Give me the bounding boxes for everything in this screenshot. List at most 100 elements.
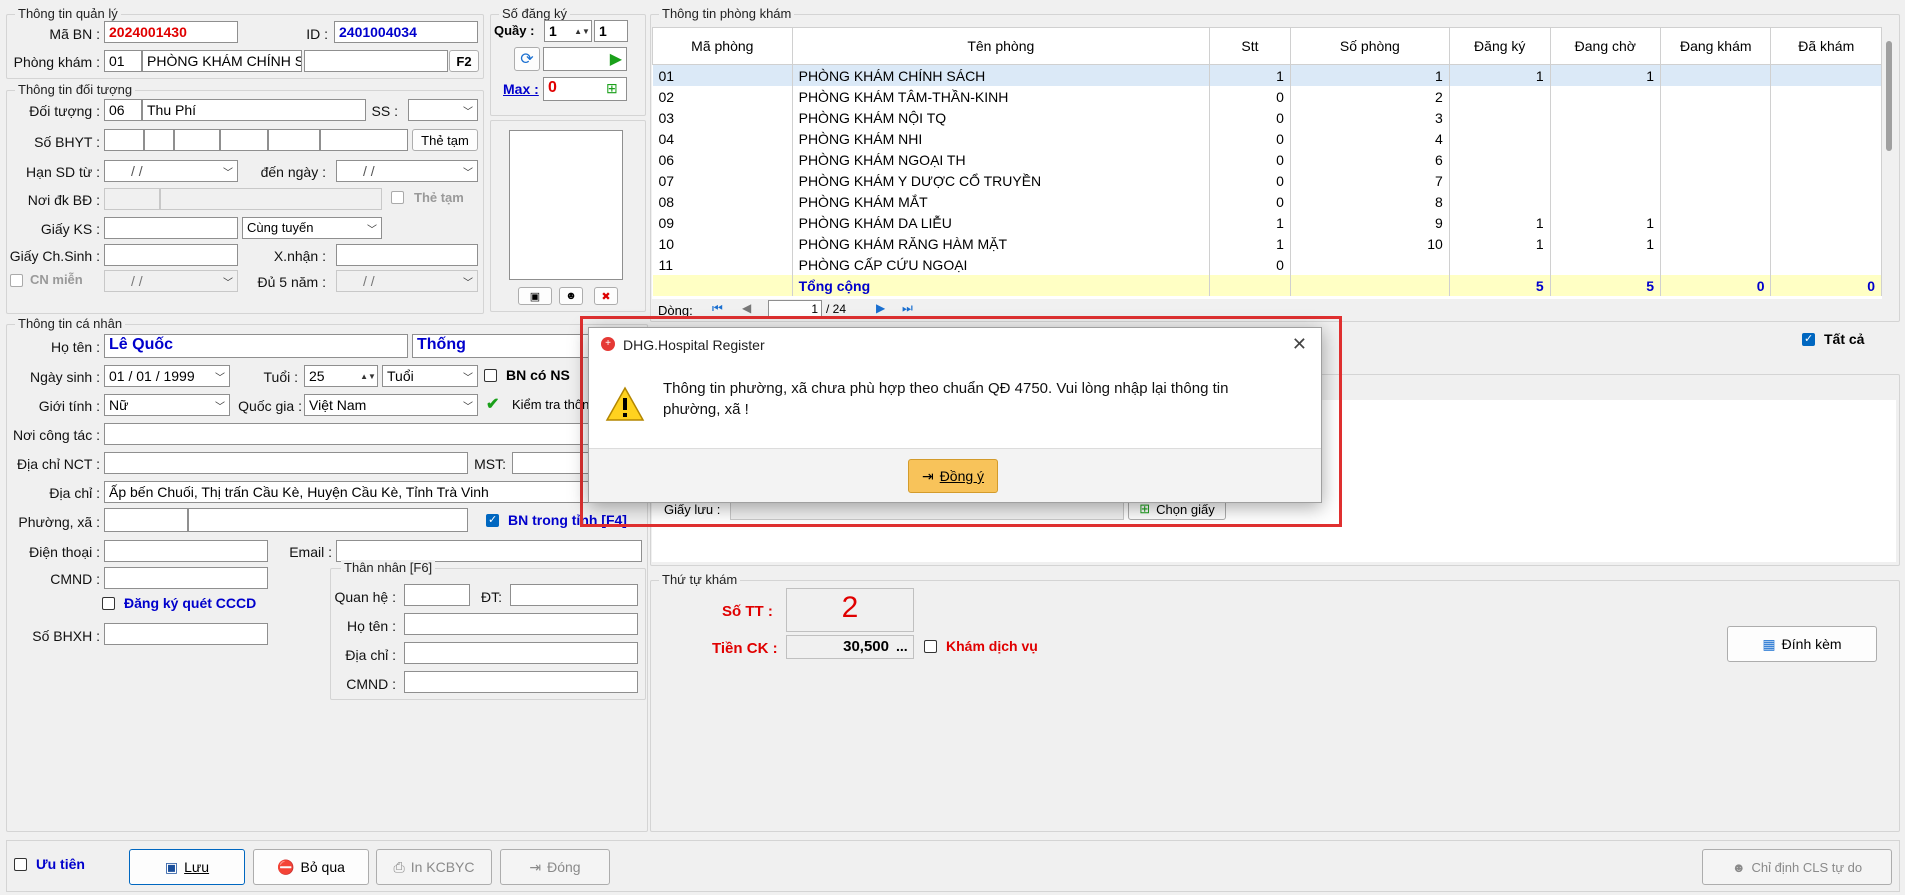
cmnd-field[interactable] bbox=[104, 567, 268, 589]
column-header[interactable]: Mã phòng bbox=[652, 27, 793, 65]
han-sd-from[interactable]: / / ﹀ bbox=[104, 160, 238, 182]
so-bhxh-field[interactable] bbox=[104, 623, 268, 645]
table-row[interactable]: 03 PHÒNG KHÁM NỘI TQ 0 3 bbox=[652, 107, 1882, 128]
kham-dich-vu-checkbox[interactable] bbox=[924, 640, 937, 653]
bn-co-ns-checkbox[interactable] bbox=[484, 369, 497, 382]
column-header[interactable]: Stt bbox=[1209, 27, 1291, 65]
ngay-sinh-field[interactable]: 01 / 01 / 1999 ﹀ bbox=[104, 365, 230, 387]
gioi-tinh-select[interactable]: Nữ ﹀ bbox=[104, 394, 230, 416]
quay-spinner[interactable]: 1 ▲▼ bbox=[544, 20, 592, 42]
table-row[interactable]: 04 PHÒNG KHÁM NHI 0 4 bbox=[652, 128, 1882, 149]
quan-he-field[interactable] bbox=[404, 584, 470, 606]
than-nhan-cmnd-field[interactable] bbox=[404, 671, 638, 693]
than-nhan-dt-field[interactable] bbox=[510, 584, 638, 606]
noi-dk-code[interactable] bbox=[104, 188, 160, 210]
luu-button[interactable]: ▣ Lưu bbox=[129, 849, 245, 885]
noi-cong-tac-field[interactable] bbox=[104, 423, 642, 445]
xnhan-field[interactable] bbox=[336, 244, 478, 266]
the-tam-button[interactable]: Thẻ tạm bbox=[412, 129, 478, 151]
table-row[interactable]: 09 PHÒNG KHÁM DA LIỄU 1 9 1 1 bbox=[652, 212, 1882, 233]
table-row[interactable]: 02 PHÒNG KHÁM TÂM-THẦN-KINH 0 2 bbox=[652, 86, 1882, 107]
email-field[interactable] bbox=[336, 540, 642, 562]
phong-code-field[interactable]: 01 bbox=[104, 50, 142, 72]
dien-thoai-field[interactable] bbox=[104, 540, 268, 562]
tien-ck-more-button[interactable]: ... bbox=[896, 638, 908, 654]
the-tam-checkbox[interactable] bbox=[391, 191, 404, 204]
uu-tien-checkbox[interactable] bbox=[14, 858, 27, 871]
refresh-button[interactable]: ⟳ bbox=[514, 47, 540, 71]
tuoi-field[interactable]: 25 ▲▼ bbox=[304, 365, 378, 387]
column-header[interactable]: Đang chờ bbox=[1549, 27, 1662, 65]
column-header[interactable]: Đang khám bbox=[1660, 27, 1772, 65]
queue-field[interactable]: ▶ bbox=[543, 47, 627, 71]
column-header[interactable]: Tên phòng bbox=[791, 27, 1211, 65]
giay-ks-field[interactable] bbox=[104, 217, 238, 239]
table-row[interactable]: 10 PHÒNG KHÁM RĂNG HÀM MẶT 1 10 1 1 bbox=[652, 233, 1882, 254]
f2-button[interactable]: F2 bbox=[449, 50, 479, 72]
bhyt-part-4[interactable] bbox=[220, 129, 268, 151]
table-row[interactable]: 11 PHÒNG CẤP CỨU NGOẠI 0 bbox=[652, 254, 1882, 275]
phuong-xa-code[interactable] bbox=[104, 508, 188, 532]
table-scrollbar[interactable] bbox=[1882, 27, 1896, 297]
in-kcbyc-button[interactable]: ⎙ In KCBYC bbox=[376, 849, 492, 885]
bhyt-part-6[interactable] bbox=[320, 129, 408, 151]
quoc-gia-select[interactable]: Việt Nam ﹀ bbox=[304, 394, 478, 416]
dong-button[interactable]: ⇥ Đóng bbox=[500, 849, 610, 885]
play-icon[interactable]: ▶ bbox=[610, 49, 622, 69]
table-row[interactable]: 07 PHÒNG KHÁM Y DƯỢC CỔ TRUYỀN 0 7 bbox=[652, 170, 1882, 191]
prev-page-icon[interactable]: ◀ bbox=[742, 301, 751, 315]
table-row[interactable]: 06 PHÒNG KHÁM NGOẠI TH 0 6 bbox=[652, 149, 1882, 170]
noi-dk-name[interactable] bbox=[160, 188, 382, 210]
next-page-icon[interactable]: ▶ bbox=[876, 301, 885, 315]
spin-icon[interactable]: ▲▼ bbox=[573, 21, 591, 41]
camera-button[interactable]: ▣ bbox=[518, 287, 552, 305]
ma-bn-field[interactable]: 2024001430 bbox=[104, 21, 238, 43]
cn-mien-date[interactable]: / / ﹀ bbox=[104, 270, 238, 292]
dia-chi-nct-field[interactable] bbox=[104, 452, 468, 474]
dia-chi-field[interactable]: Ấp bến Chuối, Thị trấn Cầu Kè, Huyện Cầu… bbox=[104, 481, 642, 503]
spin-icon[interactable]: ▲▼ bbox=[359, 366, 377, 386]
last-page-icon[interactable]: ⏭ bbox=[902, 301, 913, 316]
ss-select[interactable]: ﹀ bbox=[408, 99, 478, 121]
doi-tuong-name-field[interactable]: Thu Phí bbox=[142, 99, 366, 121]
doi-tuong-code-field[interactable]: 06 bbox=[104, 99, 142, 121]
tuyen-select[interactable]: Cùng tuyến ﹀ bbox=[242, 217, 382, 239]
bn-trong-tinh-checkbox[interactable] bbox=[486, 513, 499, 527]
tien-ck-field[interactable]: 30,500 bbox=[786, 635, 914, 659]
table-row[interactable]: 08 PHÒNG KHÁM MẮT 0 8 bbox=[652, 191, 1882, 212]
upload-photo-button[interactable]: ☻ bbox=[559, 287, 583, 305]
table-row[interactable]: 01 PHÒNG KHÁM CHÍNH SÁCH 1 1 1 1 bbox=[652, 64, 1882, 86]
add-queue-icon[interactable]: ⊞ bbox=[606, 80, 618, 97]
column-header[interactable]: Đăng ký bbox=[1448, 27, 1551, 65]
cn-mien-checkbox[interactable] bbox=[10, 274, 23, 287]
phuong-xa-name[interactable] bbox=[188, 508, 468, 532]
du5nam-date[interactable]: / / ﹀ bbox=[336, 270, 478, 292]
max-label[interactable]: Max : bbox=[503, 81, 539, 97]
bhyt-part-1[interactable] bbox=[104, 129, 144, 151]
bhyt-part-5[interactable] bbox=[268, 129, 320, 151]
dong-y-button[interactable]: ⇥ Đồng ý bbox=[908, 459, 998, 493]
quay-spinner-2[interactable]: 1 bbox=[594, 20, 628, 42]
column-header[interactable]: Đã khám bbox=[1770, 27, 1882, 65]
delete-photo-button[interactable]: ✖ bbox=[594, 287, 618, 305]
han-sd-to[interactable]: / / ﹀ bbox=[336, 160, 478, 182]
close-icon[interactable]: ✕ bbox=[1292, 334, 1307, 355]
first-page-icon[interactable]: ⏮ bbox=[712, 301, 723, 316]
scrollbar-thumb[interactable] bbox=[1886, 41, 1892, 151]
phong-search-field[interactable] bbox=[304, 50, 448, 72]
than-nhan-dia-chi-field[interactable] bbox=[404, 642, 638, 664]
bo-qua-button[interactable]: ⛔ Bỏ qua bbox=[253, 849, 369, 885]
ho-field[interactable]: Lê Quốc bbox=[104, 334, 408, 358]
phong-name-field[interactable]: PHÒNG KHÁM CHÍNH S bbox=[142, 50, 302, 72]
bhyt-part-3[interactable] bbox=[174, 129, 220, 151]
dang-ky-cccd-checkbox[interactable] bbox=[102, 597, 115, 610]
tuoi-unit-select[interactable]: Tuổi ﹀ bbox=[382, 365, 478, 387]
dinh-kem-button[interactable]: ▦ Đính kèm bbox=[1727, 626, 1877, 662]
giay-chsinh-field[interactable] bbox=[104, 244, 238, 266]
column-header[interactable]: Số phòng bbox=[1289, 27, 1450, 65]
id-field[interactable]: 2401004034 bbox=[334, 21, 478, 43]
than-nhan-ho-ten-field[interactable] bbox=[404, 613, 638, 635]
chi-dinh-cls-button[interactable]: ☻ Chỉ định CLS tự do bbox=[1702, 849, 1892, 885]
tat-ca-checkbox[interactable] bbox=[1802, 332, 1815, 346]
bhyt-part-2[interactable] bbox=[144, 129, 174, 151]
